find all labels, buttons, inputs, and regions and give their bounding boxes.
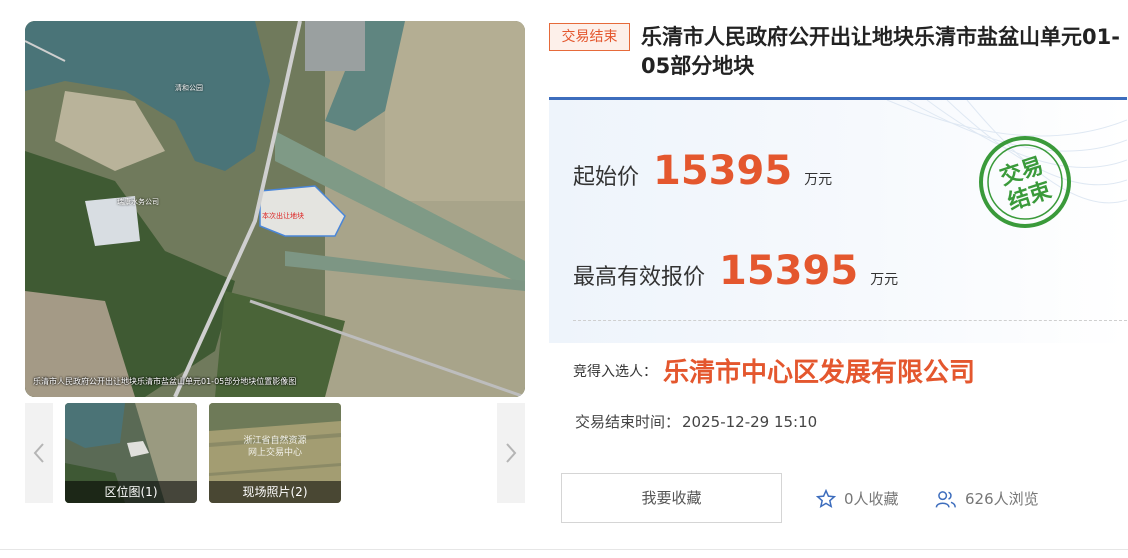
- status-badge: 交易结束: [549, 23, 630, 51]
- starting-price-label: 起始价: [573, 165, 640, 190]
- users-icon: [935, 490, 956, 508]
- end-time-value: 2025-12-29 15:10: [682, 413, 818, 431]
- views-count: 626人浏览: [935, 488, 1039, 509]
- highest-bid-unit: 万元: [870, 272, 899, 288]
- watermark-line-1: 浙江省自然资源: [243, 436, 307, 446]
- winner-name: 乐清市中心区发展有限公司: [663, 358, 976, 388]
- thumb-label-photos: 现场照片(2): [209, 481, 341, 503]
- star-icon: [816, 488, 836, 508]
- divider: [573, 320, 1127, 321]
- thumb-location-map[interactable]: 区位图(1): [65, 403, 197, 503]
- satellite-map: [25, 21, 525, 397]
- watermark-line-2: 网上交易中心: [247, 448, 302, 458]
- winner-label: 竞得入选人：: [573, 363, 657, 380]
- winner-row: 竞得入选人： 乐清市中心区发展有限公司: [573, 352, 975, 389]
- starting-price-unit: 万元: [804, 172, 833, 188]
- highest-bid-value: 15395: [719, 248, 859, 294]
- thumbnail-strip: 区位图(1) 浙江省自然资源 网上交易中心 现场照片(2): [25, 403, 525, 503]
- thumb-prev-button[interactable]: [25, 403, 53, 503]
- price-panel: 起始价 15395 万元 交易 结束 最高有效报价 15395 万元: [549, 97, 1127, 343]
- thumb-site-photos[interactable]: 浙江省自然资源 网上交易中心 现场照片(2): [209, 403, 341, 503]
- favorites-text: 0人收藏: [844, 490, 899, 508]
- chevron-right-icon: [506, 443, 517, 463]
- highest-bid-label: 最高有效报价: [573, 265, 706, 290]
- favorites-count: 0人收藏: [816, 488, 899, 509]
- thumb-watermark: 浙江省自然资源 网上交易中心: [209, 435, 341, 459]
- map-label-left: 瑞康水务公司: [117, 198, 159, 206]
- page-title: 乐清市人民政府公开出让地块乐清市盐盆山单元01-05部分地块: [641, 25, 1120, 78]
- starting-price-row: 起始价 15395 万元: [573, 148, 832, 194]
- map-preview-image[interactable]: 清和公园 瑞康水务公司 本次出让地块 乐清市人民政府公开出让地块乐清市盐盆山单元…: [25, 21, 525, 397]
- starting-price-value: 15395: [653, 148, 793, 194]
- deal-closed-stamp: 交易 结束: [977, 134, 1073, 234]
- chevron-left-icon: [33, 443, 44, 463]
- views-text: 626人浏览: [965, 490, 1039, 508]
- thumb-label-location: 区位图(1): [65, 481, 197, 503]
- stamp-icon: 交易 结束: [979, 136, 1071, 228]
- end-time-row: 交易结束时间： 2025-12-29 15:10: [573, 411, 817, 432]
- favorite-button[interactable]: 我要收藏: [561, 473, 782, 523]
- end-time-label: 交易结束时间：: [575, 413, 681, 431]
- map-label-park: 清和公园: [175, 84, 203, 92]
- map-label-site: 本次出让地块: [262, 212, 304, 220]
- thumb-next-button[interactable]: [497, 403, 525, 503]
- bottom-divider: [0, 549, 1128, 550]
- map-caption: 乐清市人民政府公开出让地块乐清市盐盆山单元01-05部分地块位置影像图: [33, 377, 297, 386]
- highest-bid-row: 最高有效报价 15395 万元: [573, 248, 898, 294]
